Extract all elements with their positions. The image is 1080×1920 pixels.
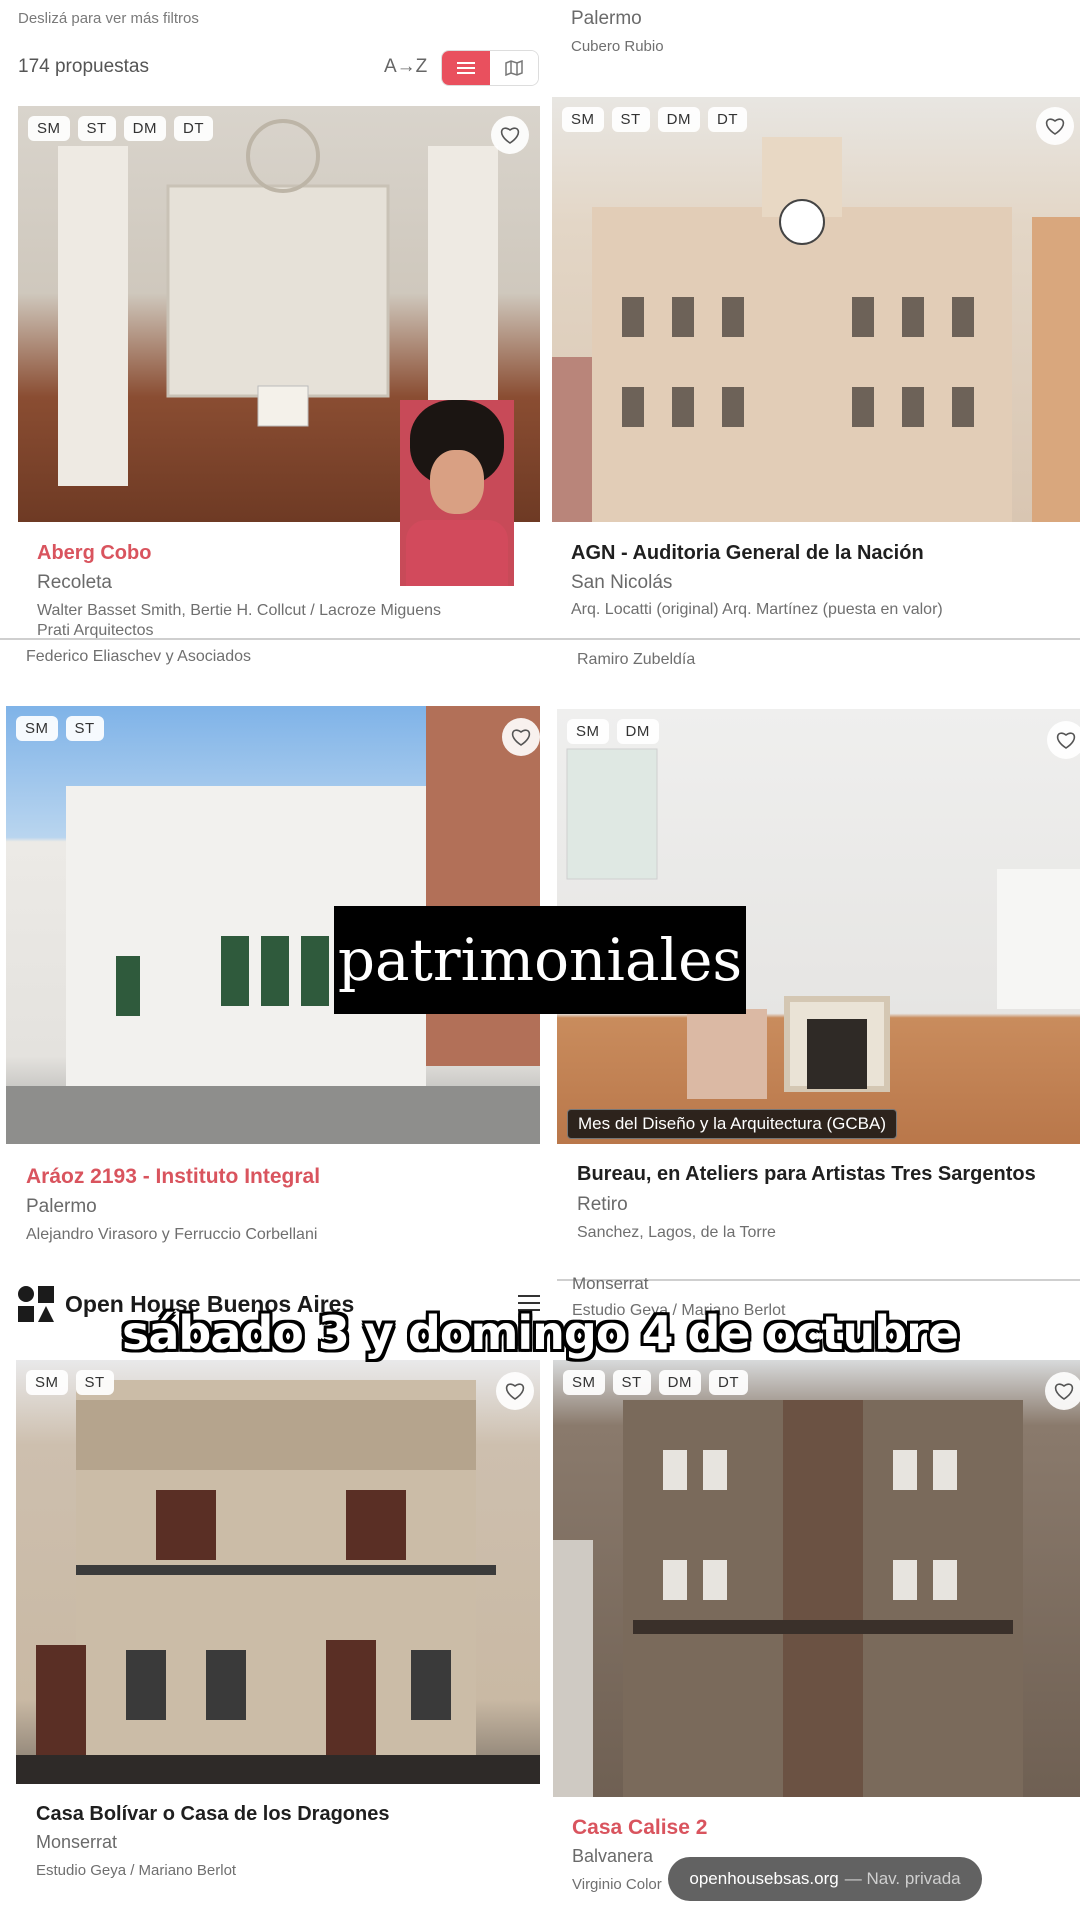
card-authors: Ramiro Zubeldía [577, 651, 696, 668]
map-icon [505, 60, 523, 76]
presenter-video [400, 400, 514, 586]
tag: SM [567, 719, 609, 744]
url-text: openhousebsas.org [689, 1869, 839, 1888]
tag: DT [709, 1370, 748, 1395]
favorite-button[interactable] [1045, 1372, 1080, 1410]
card-authors: Sanchez, Lagos, de la Torre [577, 1224, 776, 1241]
card-authors: Virginio Color [572, 1876, 662, 1893]
card-photo-casa-calise[interactable]: SM ST DM DT [553, 1360, 1080, 1797]
tag: SM [28, 116, 70, 141]
favorite-button[interactable] [502, 718, 540, 756]
event-badge: Mes del Diseño y la Arquitectura (GCBA) [567, 1109, 898, 1139]
favorite-button[interactable] [1047, 721, 1080, 759]
tag: SM [562, 107, 604, 132]
favorite-button[interactable] [491, 116, 529, 154]
card-authors: Arq. Locatti (original) Arq. Martínez (p… [571, 601, 943, 618]
heart-icon [500, 127, 520, 144]
results-count: 174 propuestas [18, 56, 149, 77]
card-title-araoz[interactable]: Aráoz 2193 - Instituto Integral [26, 1165, 320, 1189]
heart-icon [1045, 118, 1065, 135]
card-photo-casa-bolivar[interactable]: SM ST [16, 1360, 540, 1784]
card-authors: Walter Basset Smith, Bertie H. Collcut /… [37, 602, 441, 639]
divider [0, 638, 1080, 640]
overlay-word: patrimoniales [334, 906, 746, 1014]
tag: SM [26, 1370, 68, 1395]
tag: ST [75, 1370, 114, 1395]
sort-button[interactable]: A→Z [384, 56, 427, 78]
prev-card-authors: Cubero Rubio [571, 38, 664, 55]
card-title-aberg-cobo[interactable]: Aberg Cobo [37, 542, 151, 565]
tag: DM [123, 116, 166, 141]
tower-illustration [553, 1400, 1023, 1797]
url-pill: openhousebsas.org — Nav. privada [668, 1857, 982, 1901]
tag: ST [65, 716, 104, 741]
building-illustration [552, 137, 1080, 522]
card-location: Palermo [26, 1196, 97, 1217]
card-photo-agn[interactable]: SM ST DM DT [552, 97, 1080, 522]
view-toggle [441, 50, 539, 86]
heart-icon [1056, 732, 1076, 749]
tag: DM [657, 107, 700, 132]
card-location: Retiro [577, 1194, 628, 1215]
card-location: Recoleta [37, 572, 112, 593]
map-view-button[interactable] [490, 51, 538, 85]
favorite-button[interactable] [1036, 107, 1074, 145]
tag: DM [658, 1370, 701, 1395]
tag: DT [174, 116, 213, 141]
card-authors: Alejandro Virasoro y Ferruccio Corbellan… [26, 1226, 318, 1243]
tag: SM [563, 1370, 605, 1395]
card-location: San Nicolás [571, 572, 673, 593]
heart-icon [505, 1383, 525, 1400]
card-title-bureau[interactable]: Bureau, en Ateliers para Artistas Tres S… [577, 1163, 1036, 1186]
filters-hint: Deslizá para ver más filtros [18, 10, 199, 27]
tag: ST [612, 1370, 651, 1395]
tag: ST [611, 107, 650, 132]
card-title-casa-calise[interactable]: Casa Calise 2 [572, 1816, 707, 1840]
card-authors: Estudio Geya / Mariano Berlot [36, 1862, 237, 1879]
card-title-casa-bolivar[interactable]: Casa Bolívar o Casa de los Dragones [36, 1803, 389, 1826]
url-tail: — Nav. privada [844, 1869, 961, 1888]
card-location: Balvanera [572, 1846, 654, 1866]
card-title-agn[interactable]: AGN - Auditoria General de la Nación [571, 542, 924, 565]
card-location: Monserrat [36, 1832, 118, 1852]
prev-card-location: Palermo [571, 8, 642, 29]
favorite-button[interactable] [496, 1372, 534, 1410]
tag: SM [16, 716, 58, 741]
tag: DM [616, 719, 659, 744]
tag: ST [77, 116, 116, 141]
heart-icon [511, 729, 531, 746]
list-view-button[interactable] [442, 51, 490, 85]
card-location: Monserrat [572, 1274, 649, 1293]
tag: DT [708, 107, 747, 132]
facade-illustration [16, 1380, 540, 1784]
overlay-caption: sábado 3 y domingo 4 de octubre [121, 1306, 959, 1360]
list-icon [457, 62, 475, 74]
heart-icon [1054, 1383, 1074, 1400]
card-authors: Federico Eliaschev y Asociados [26, 648, 251, 665]
